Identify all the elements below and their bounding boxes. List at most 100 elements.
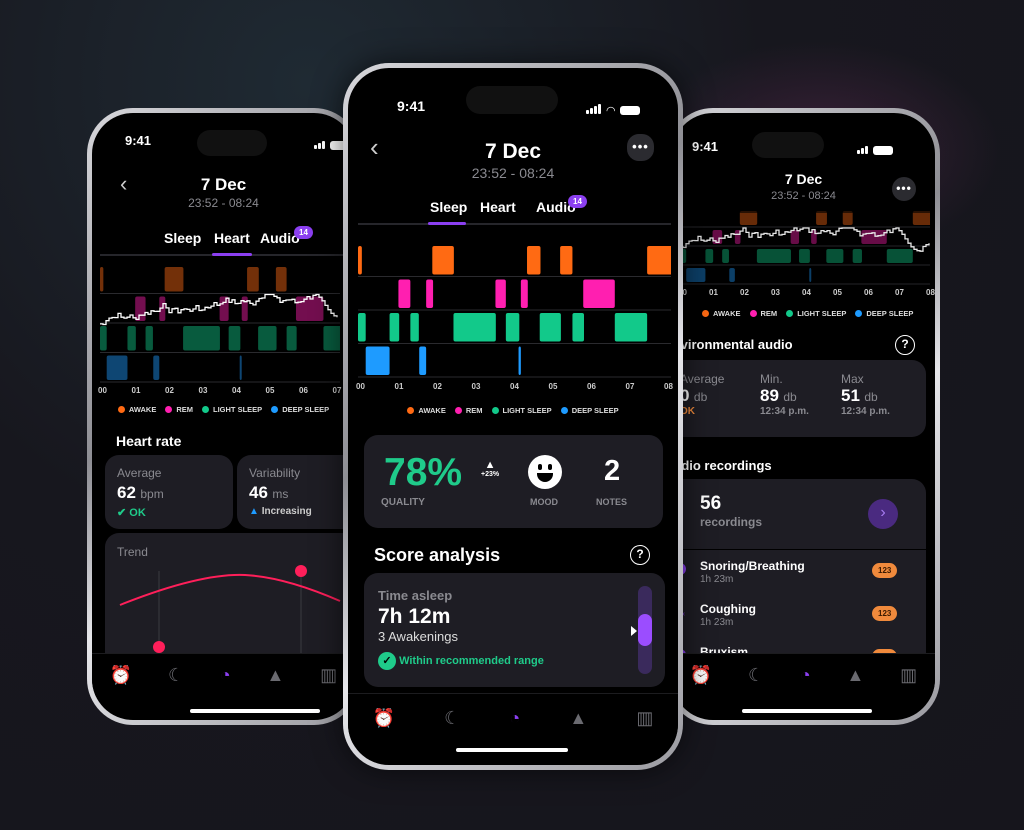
quality-change: ▲ +23%: [481, 459, 500, 478]
legend-rem: REM: [749, 309, 777, 318]
stats-icon[interactable]: ▥: [320, 665, 337, 686]
sleep-screen: 9:41 ◠ ‹ 7 Dec 23:52 - 08:24 ••• Sleep H…: [348, 68, 678, 765]
tab-heart[interactable]: Heart: [480, 199, 516, 215]
segment-light: [145, 326, 153, 351]
variability-label: Variability: [249, 466, 301, 480]
count-badge: 123: [872, 606, 898, 621]
segment-deep: [239, 355, 242, 380]
segment-light: [258, 326, 277, 351]
sounds-icon[interactable]: ▲: [569, 708, 587, 729]
average-card: Average 62 bpm ✔ OK: [105, 455, 233, 529]
more-button[interactable]: •••: [892, 177, 916, 201]
segment-deep: [365, 346, 390, 375]
x-tick-label: 04: [802, 288, 811, 297]
x-tick-label: 05: [265, 386, 275, 395]
x-tick-label: 06: [864, 288, 873, 297]
legend-awake: AWAKE: [117, 405, 156, 414]
x-tick-label: 03: [198, 386, 208, 395]
score-ring-icon[interactable]: ◔: [220, 665, 231, 686]
audio-badge: 14: [294, 226, 313, 239]
x-tick-label: 01: [709, 288, 718, 297]
sounds-icon[interactable]: ▲: [847, 665, 865, 686]
variability-value: 46: [249, 483, 268, 502]
x-tick-label: 05: [548, 382, 558, 391]
notes-value: 2: [604, 455, 621, 487]
segment-rem: [861, 230, 887, 244]
stats-icon[interactable]: ▥: [636, 708, 653, 729]
notes-label: NOTES: [596, 497, 628, 507]
open-recordings-button[interactable]: ›: [868, 499, 898, 529]
alarm-icon[interactable]: ⏰: [373, 708, 395, 729]
bottom-nav: ⏰ ☾ ◔ ▲ ▥: [348, 693, 678, 743]
segment-deep: [686, 268, 706, 282]
segment-rem: [520, 279, 528, 308]
segment-rem: [426, 279, 434, 308]
audio-recordings-title: Audio recordings: [672, 458, 772, 473]
segment-light: [410, 313, 419, 342]
more-button[interactable]: •••: [627, 134, 654, 161]
x-tick-label: 06: [299, 386, 308, 395]
page-title: 7 Dec: [200, 175, 247, 194]
alarm-icon[interactable]: ⏰: [110, 665, 132, 686]
wifi-icon: ◠: [606, 104, 616, 117]
legend-deep: DEEP SLEEP: [560, 406, 619, 415]
segment-light: [539, 313, 561, 342]
segment-awake: [560, 246, 573, 275]
x-tick-label: 07: [895, 288, 904, 297]
legend-deep: DEEP SLEEP: [271, 405, 329, 414]
help-icon[interactable]: ?: [630, 545, 650, 565]
range-gauge-fill: [638, 614, 652, 646]
segment-deep: [106, 355, 128, 380]
status-time: 9:41: [397, 98, 426, 114]
segment-awake: [432, 246, 454, 275]
count-badge: 123: [872, 563, 898, 578]
dynamic-island: [466, 86, 558, 114]
segment-rem: [135, 296, 146, 321]
x-tick-label: 08: [664, 382, 673, 391]
x-tick-label: 07: [332, 386, 342, 395]
time-asleep-label: Time asleep: [378, 588, 453, 603]
x-tick-label: 03: [471, 382, 481, 391]
score-ring-icon[interactable]: ◔: [800, 665, 811, 686]
audio-screen: 9:41 7 Dec 23:52 - 08:24 ••• 00010203040…: [672, 113, 935, 720]
segment-awake: [100, 267, 104, 292]
segment-light: [389, 313, 400, 342]
score-ring-icon[interactable]: ◔: [509, 708, 520, 729]
x-axis: 000102030405060708: [98, 386, 355, 396]
stats-icon[interactable]: ▥: [900, 665, 917, 686]
trend-card: Trend: [105, 533, 355, 673]
dynamic-island: [752, 132, 824, 158]
score-analysis-title: Score analysis: [374, 545, 501, 565]
tab-sleep[interactable]: Sleep: [164, 230, 201, 246]
legend-light: LIGHT SLEEP: [202, 405, 262, 414]
audio-badge: 14: [568, 195, 587, 208]
right-phone: 9:41 7 Dec 23:52 - 08:24 ••• 00010203040…: [667, 108, 940, 725]
tab-sleep[interactable]: Sleep: [430, 199, 467, 215]
sleep-moon-icon[interactable]: ☾: [748, 665, 764, 686]
segment-light: [705, 249, 714, 263]
quality-label: QUALITY: [381, 497, 425, 508]
sleep-moon-icon[interactable]: ☾: [444, 708, 460, 729]
tab-heart[interactable]: Heart: [214, 230, 250, 246]
segment-awake: [739, 211, 758, 225]
x-tick-label: 00: [356, 382, 365, 391]
alarm-icon[interactable]: ⏰: [690, 665, 712, 686]
bottom-nav: ⏰ ☾ ◔ ▲ ▥: [672, 653, 935, 697]
segment-light: [358, 313, 366, 342]
quality-card: 78% ▲ +23% QUALITY MOOD 2 NOTES: [364, 435, 663, 528]
sounds-icon[interactable]: ▲: [267, 665, 285, 686]
segment-light: [799, 249, 810, 263]
bottom-nav: ⏰ ☾ ◔ ▲ ▥: [92, 653, 355, 697]
gauge-pointer-icon: [631, 626, 637, 636]
tab-divider: [358, 223, 671, 225]
help-icon[interactable]: ?: [895, 335, 915, 355]
segment-light: [756, 249, 791, 263]
variability-unit: ms: [272, 487, 289, 501]
signal-icon: [586, 101, 602, 119]
time-asleep-card[interactable]: Time asleep 7h 12m 3 Awakenings ✓ Within…: [364, 573, 665, 687]
battery-icon: [873, 145, 893, 155]
battery-icon: [619, 105, 640, 115]
sleep-moon-icon[interactable]: ☾: [168, 665, 184, 686]
status-time: 9:41: [125, 133, 152, 148]
variability-status: Increasing: [261, 506, 312, 517]
